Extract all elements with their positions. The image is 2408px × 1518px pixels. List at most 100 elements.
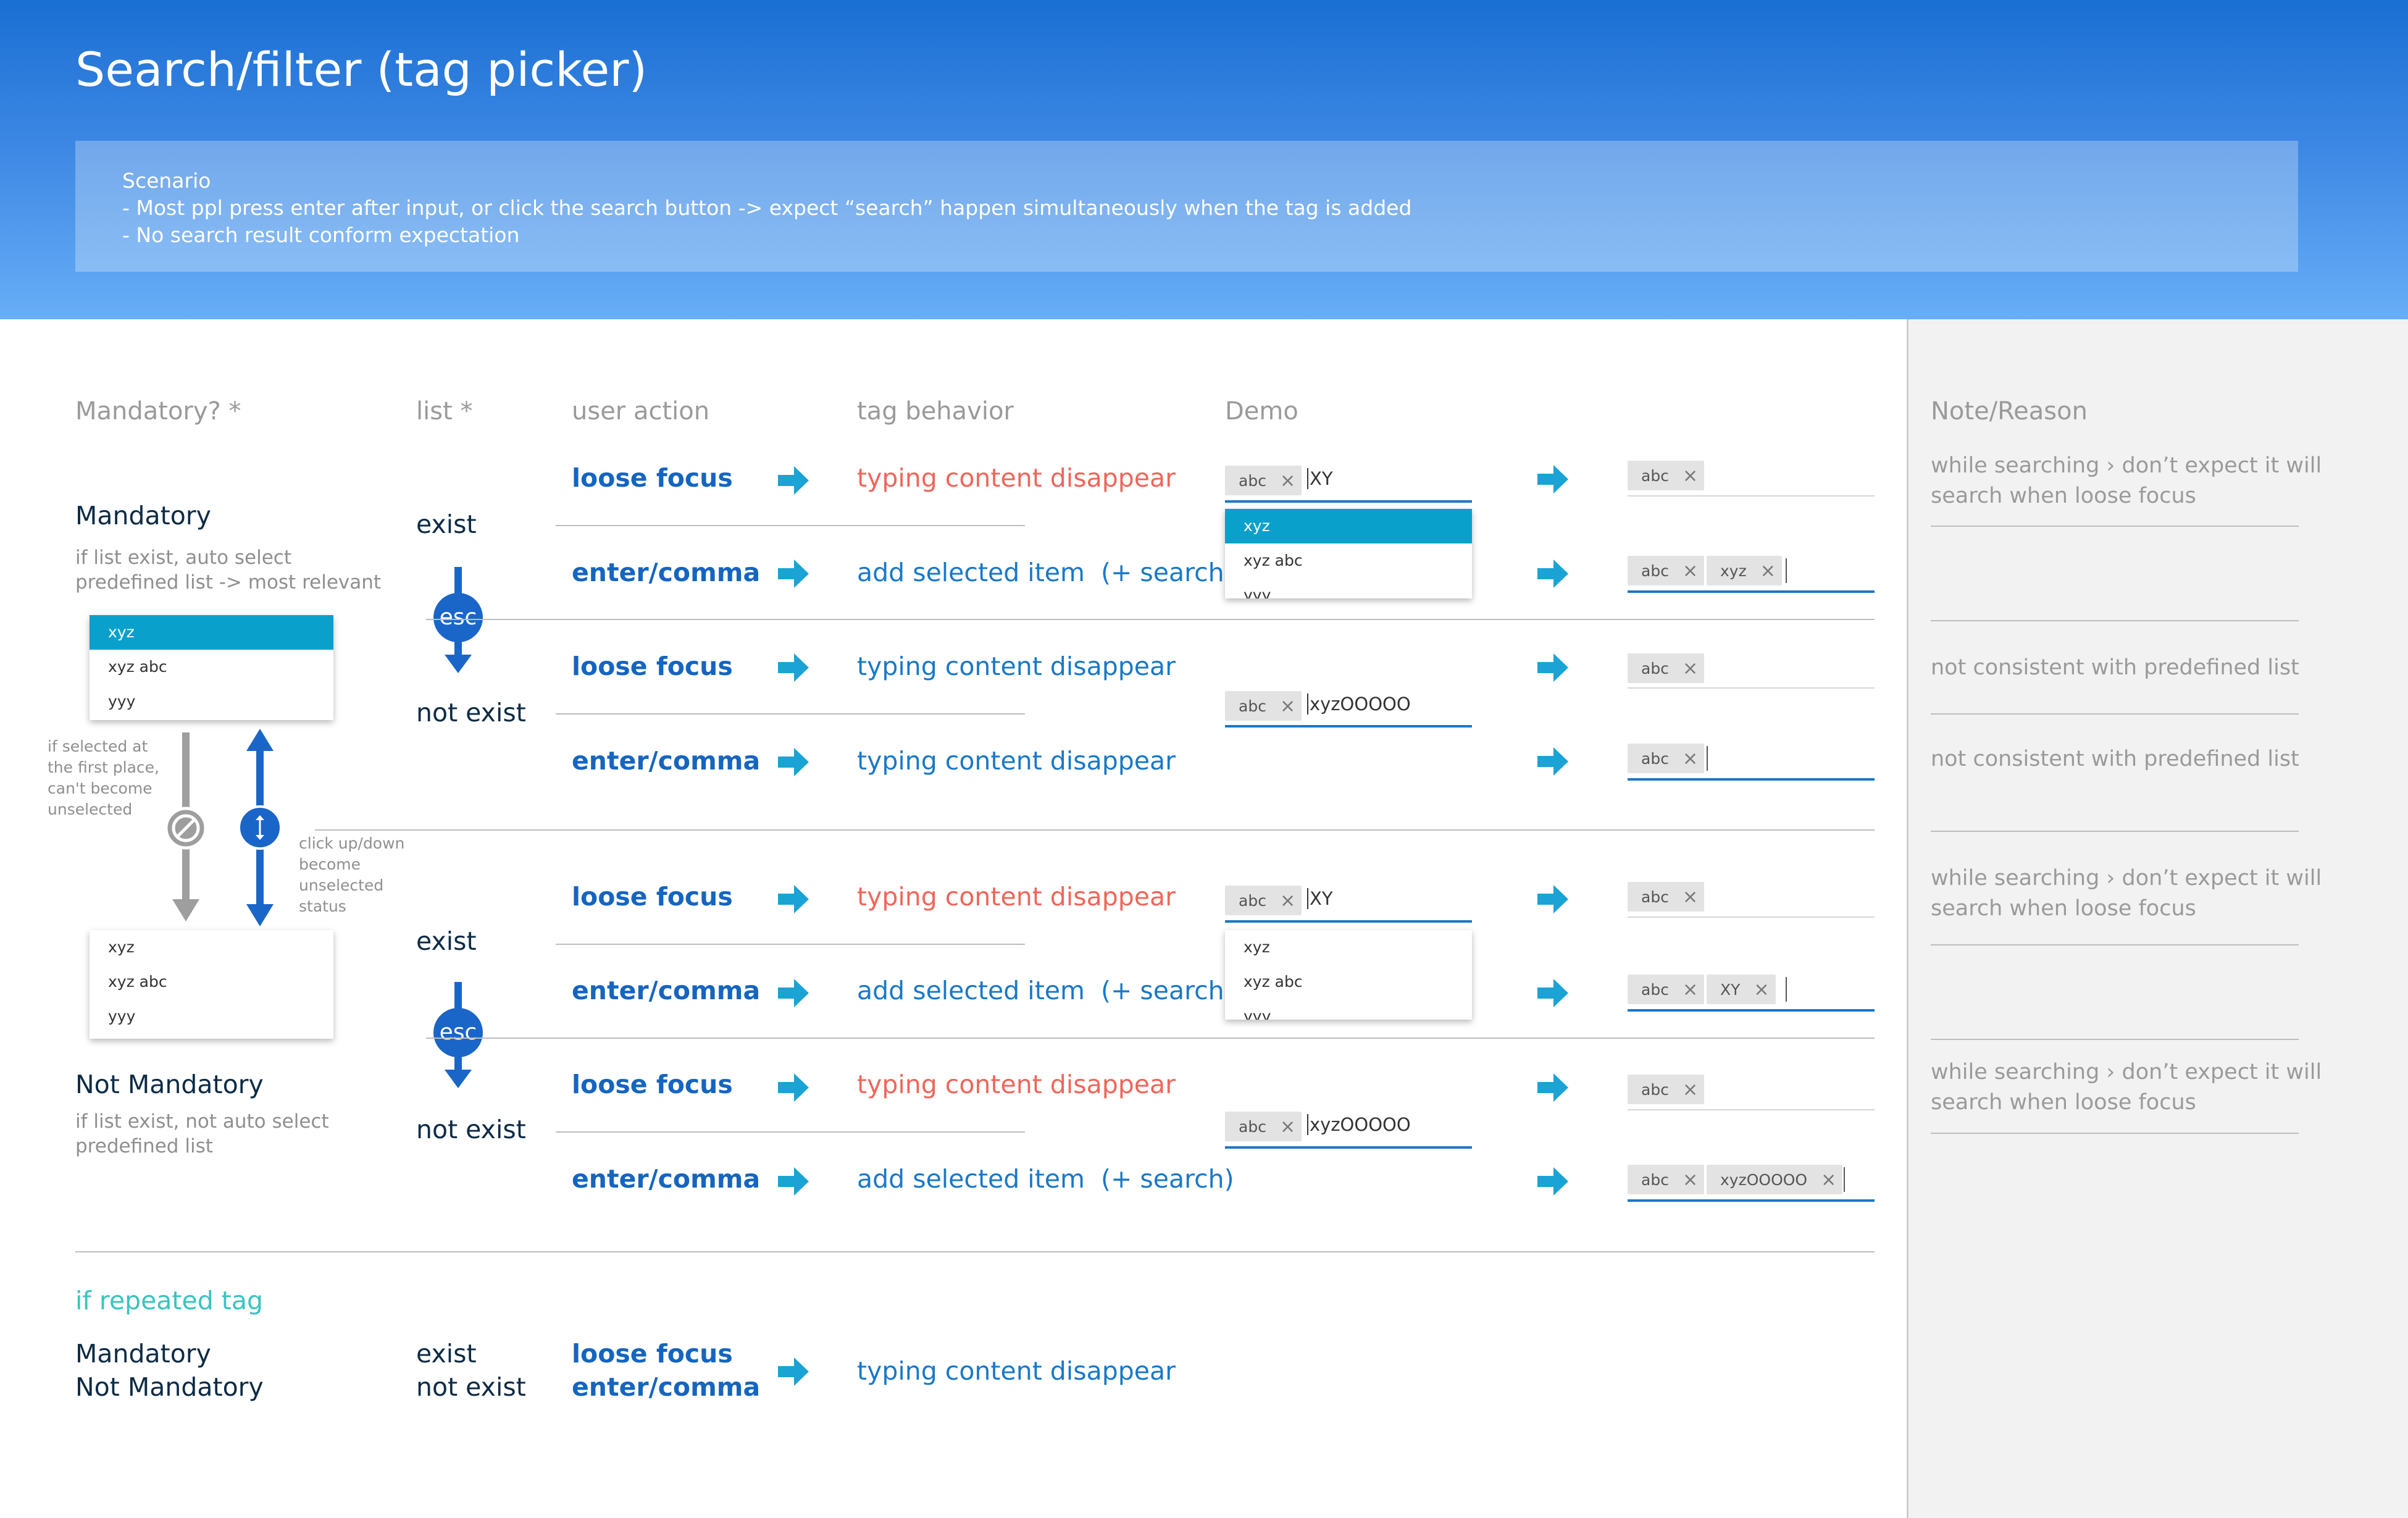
tag-chip[interactable]: abc × (1628, 461, 1705, 490)
list-label-exist: exist (416, 926, 477, 956)
action-enter-comma: enter/comma (572, 1164, 761, 1194)
tag-chip[interactable]: abc × (1628, 556, 1705, 585)
close-icon[interactable]: × (1683, 658, 1698, 679)
suggestion-dropdown: xyz xyz abc yyy (1225, 509, 1472, 598)
close-icon[interactable]: × (1280, 1116, 1295, 1138)
behavior-disappear: typing content disappear (857, 463, 1176, 493)
not-mandatory-title: Not Mandatory (75, 1070, 264, 1099)
mandatory-title: Mandatory (75, 501, 211, 530)
close-icon[interactable]: × (1683, 886, 1698, 908)
tag-chip[interactable]: xyz × (1707, 556, 1782, 585)
list-label-not-exist: not exist (416, 1115, 526, 1144)
repeated-exist: exist (416, 1339, 477, 1369)
arrow-right-icon (778, 885, 809, 913)
action-loose-focus: loose focus (572, 463, 733, 493)
tag-input-underline[interactable] (1628, 778, 1875, 781)
close-icon[interactable]: × (1683, 1169, 1698, 1191)
tag-input-underline[interactable] (1628, 1199, 1875, 1202)
tag-input-underline[interactable] (1628, 495, 1875, 497)
scenario-box: Scenario - Most ppl press enter after in… (75, 141, 2298, 272)
list-item[interactable]: xyz (90, 930, 333, 965)
list-label-exist: exist (416, 509, 477, 539)
column-header-list: list * (416, 397, 473, 426)
scenario-heading: Scenario (122, 169, 211, 193)
page-title: Search/filter (tag picker) (75, 42, 648, 97)
note-text: not consistent with predefined list (1931, 747, 2299, 771)
tag-chip[interactable]: abc × (1628, 975, 1705, 1004)
list-item[interactable]: xyz (90, 615, 333, 650)
tag-chip[interactable]: abc × (1225, 691, 1302, 721)
up-down-arrow-icon (238, 729, 282, 926)
note-text: while searching › don’t expect it will se… (1931, 866, 2322, 921)
list-item[interactable]: xyz abc (90, 650, 333, 684)
scenario-line: - Most ppl press enter after input, or c… (122, 196, 1412, 220)
tag-input-underline[interactable] (1225, 920, 1472, 923)
tag-chip[interactable]: abc × (1628, 653, 1705, 683)
tag-chip[interactable]: XY × (1707, 975, 1776, 1004)
arrow-right-icon (778, 466, 809, 495)
action-enter-comma: enter/comma (572, 746, 761, 776)
list-item[interactable]: yyy (1225, 999, 1472, 1020)
column-header-mandatory: Mandatory? * (75, 397, 241, 426)
close-icon[interactable]: × (1280, 890, 1295, 912)
repeated-loose-focus: loose focus (572, 1339, 733, 1369)
tag-chip[interactable]: abc × (1628, 744, 1705, 773)
divider (426, 619, 1875, 620)
close-icon[interactable]: × (1280, 695, 1295, 717)
close-icon[interactable]: × (1683, 1079, 1698, 1101)
tag-chip[interactable]: abc × (1225, 466, 1302, 495)
close-icon[interactable]: × (1683, 560, 1698, 582)
close-icon[interactable]: × (1754, 979, 1769, 1000)
tag-input-underline[interactable] (1628, 1109, 1875, 1110)
list-item[interactable]: xyz (1225, 509, 1472, 543)
divider (556, 713, 1025, 715)
close-icon[interactable]: × (1683, 748, 1698, 769)
tag-input-underline[interactable] (1225, 725, 1472, 728)
arrow-right-icon (1537, 747, 1568, 776)
list-item[interactable]: xyz abc (1225, 543, 1472, 578)
arrow-right-icon (778, 979, 809, 1007)
behavior-add-selected: add selected item (+ search) (857, 976, 1234, 1005)
column-header-tag-behavior: tag behavior (857, 397, 1014, 426)
list-item[interactable]: xyz (1225, 930, 1472, 965)
tag-chip[interactable]: xyzOOOOO × (1707, 1165, 1843, 1194)
tag-chip[interactable]: abc × (1225, 1112, 1302, 1141)
action-enter-comma: enter/comma (572, 558, 761, 587)
tag-input-underline[interactable] (1628, 1009, 1875, 1012)
repeated-not-exist: not exist (416, 1372, 526, 1402)
tag-chip[interactable]: abc × (1225, 886, 1302, 915)
tag-input-underline[interactable] (1628, 590, 1875, 593)
not-mandatory-desc: predefined list (75, 1135, 213, 1157)
arrow-right-icon (1537, 1167, 1568, 1196)
tag-input-underline[interactable] (1225, 500, 1472, 503)
divider (556, 1131, 1025, 1133)
close-icon[interactable]: × (1683, 465, 1698, 487)
list-item[interactable]: yyy (90, 684, 333, 719)
text-caret (1707, 746, 1708, 771)
list-item[interactable]: xyz abc (1225, 965, 1472, 999)
action-enter-comma: enter/comma (572, 976, 761, 1005)
tag-input-underline[interactable] (1628, 687, 1875, 689)
action-loose-focus: loose focus (572, 1070, 733, 1099)
list-item[interactable]: xyz abc (90, 965, 333, 999)
note-text: not consistent with predefined list (1931, 655, 2299, 680)
close-icon[interactable]: × (1821, 1169, 1836, 1191)
close-icon[interactable]: × (1760, 560, 1776, 582)
tag-input-underline[interactable] (1225, 1146, 1472, 1149)
arrow-right-icon (778, 560, 809, 588)
list-item[interactable]: yyy (90, 999, 333, 1034)
tag-chip[interactable]: abc × (1628, 882, 1705, 912)
list-item[interactable]: yyy (1225, 578, 1472, 598)
suggestion-dropdown: xyz xyz abc yyy (1225, 930, 1472, 1020)
close-icon[interactable]: × (1280, 470, 1295, 492)
repeated-behavior: typing content disappear (857, 1356, 1176, 1386)
column-header-note: Note/Reason (1931, 397, 2088, 426)
arrow-right-icon (1537, 653, 1568, 682)
tag-chip[interactable]: abc × (1628, 1075, 1705, 1104)
close-icon[interactable]: × (1683, 979, 1698, 1000)
tag-input-underline[interactable] (1628, 916, 1875, 918)
divider (556, 525, 1025, 526)
tag-chip[interactable]: abc × (1628, 1165, 1705, 1194)
note-divider (1931, 620, 2299, 621)
note-text: while searching › don’t expect it will se… (1931, 453, 2322, 508)
